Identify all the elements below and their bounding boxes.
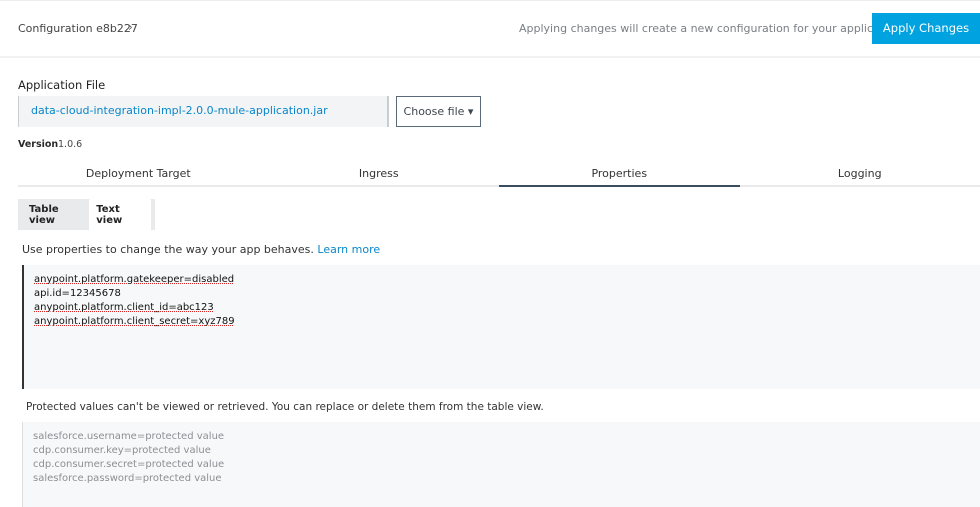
application-file-label: Application File [18, 78, 106, 92]
application-file-field[interactable]: data-cloud-integration-impl-2.0.0-mule-a… [18, 96, 389, 127]
protected-line: salesforce.username=protected value [33, 431, 225, 442]
choose-file-button[interactable]: Choose file ▾ [396, 96, 481, 127]
protected-note: Protected values can't be viewed or retr… [26, 401, 544, 413]
property-line: anypoint.platform.client_id=abc123 [34, 302, 214, 313]
apply-hint: Applying changes will create a new confi… [519, 22, 901, 35]
properties-info: Use properties to change the way your ap… [22, 243, 380, 256]
version-label: Version [18, 139, 59, 150]
tab-properties[interactable]: Properties [499, 164, 740, 187]
property-line: anypoint.platform.gatekeeper=disabled [34, 274, 235, 285]
tab-logging[interactable]: Logging [740, 164, 980, 185]
tab-bar: Deployment Target Ingress Properties Log… [18, 164, 980, 187]
property-line: api.id=12345678 [34, 288, 121, 299]
version-value: 1.0.6 [58, 139, 83, 150]
table-view-button[interactable]: Table view [22, 199, 89, 231]
protected-line: salesforce.password=protected value [33, 473, 222, 484]
protected-line: cdp.consumer.secret=protected value [33, 459, 225, 470]
protected-properties-box: salesforce.username=protected value cdp.… [22, 422, 980, 507]
breadcrumb[interactable]: Configuration e8b227 [18, 22, 138, 35]
tab-deployment-target[interactable]: Deployment Target [18, 164, 259, 185]
protected-line: cdp.consumer.key=protected value [33, 445, 211, 456]
tab-ingress[interactable]: Ingress [259, 164, 500, 185]
property-line: anypoint.platform.client_secret=xyz789 [34, 316, 235, 327]
chevron-right-icon[interactable]: › [128, 20, 133, 34]
learn-more-link[interactable]: Learn more [317, 243, 380, 256]
apply-changes-button[interactable]: Apply Changes [872, 13, 980, 44]
info-text: Use properties to change the way your ap… [22, 243, 314, 256]
view-toggle: Table view Text view [18, 198, 155, 231]
text-view-button[interactable]: Text view [89, 198, 151, 231]
properties-text-editor[interactable]: anypoint.platform.gatekeeper=disabled ap… [22, 265, 980, 389]
